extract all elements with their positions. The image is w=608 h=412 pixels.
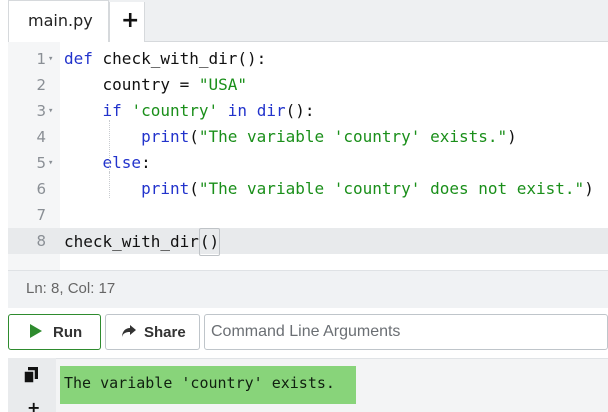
code-token: check_with_dir():: [92, 49, 267, 68]
code-text: else:: [64, 150, 151, 176]
code-token: check_with_dir: [64, 232, 199, 251]
keyword-token: dir: [256, 101, 286, 120]
code-text: print("The variable 'country' does not e…: [64, 176, 594, 202]
keyword-token: print: [141, 179, 190, 198]
line-number: 8: [36, 232, 46, 250]
code-line[interactable]: 5 ▾ else:: [8, 150, 608, 176]
share-label: Share: [144, 324, 186, 341]
play-icon: [30, 324, 42, 338]
code-line[interactable]: 1 ▾ def check_with_dir():: [8, 46, 608, 72]
code-line[interactable]: 2 country = "USA": [8, 72, 608, 98]
share-button[interactable]: Share: [105, 314, 200, 350]
plus-icon: +: [121, 8, 140, 33]
string-token: "USA": [198, 75, 248, 94]
code-token: (: [189, 179, 199, 198]
code-token: :: [141, 153, 151, 172]
code-text: if 'country' in dir():: [64, 98, 315, 124]
copy-icon[interactable]: [24, 367, 38, 383]
indent-guide: [109, 172, 110, 198]
cursor-position: Ln: 8, Col: 17: [26, 280, 116, 297]
program-output: The variable 'country' exists.: [60, 366, 356, 404]
keyword-token: def: [64, 49, 93, 68]
code-line[interactable]: 6 print("The variable 'country' does not…: [8, 176, 608, 202]
code-line[interactable]: 4 print("The variable 'country' exists."…: [8, 124, 608, 150]
code-text: check_with_dir(): [64, 228, 221, 256]
line-number: 6: [36, 180, 46, 198]
code-token: ): [584, 179, 594, 198]
keyword-token: if: [102, 101, 122, 120]
code-editor[interactable]: 1 ▾ def check_with_dir(): 2 country = "USA"…: [8, 42, 608, 270]
run-label: Run: [53, 324, 83, 341]
string-token: "The variable 'country' does not exist.": [198, 179, 585, 198]
code-line[interactable]: 7: [8, 202, 608, 228]
code-text: def check_with_dir():: [64, 46, 266, 72]
string-token: 'country': [131, 101, 219, 120]
run-button[interactable]: Run: [8, 314, 101, 350]
code-text: print("The variable 'country' exists."): [64, 124, 517, 150]
tab-main-py[interactable]: main.py: [8, 0, 109, 43]
share-arrow-icon: [122, 325, 136, 337]
code-token: ): [507, 127, 517, 146]
line-number: 7: [36, 206, 46, 224]
line-number: 2: [36, 76, 46, 94]
chevron-down-icon[interactable]: ▾: [48, 46, 53, 72]
keyword-token: print: [141, 127, 190, 146]
status-bar: Ln: 8, Col: 17: [8, 270, 608, 308]
code-token: (): [198, 228, 221, 256]
tab-label: main.py: [28, 11, 93, 30]
keyword-token: in: [227, 101, 248, 120]
line-number: 3: [36, 102, 46, 120]
chevron-down-icon[interactable]: ▾: [48, 98, 53, 124]
indent-guide: [109, 120, 110, 172]
code-line[interactable]: 3 ▾ if 'country' in dir():: [8, 98, 608, 124]
plus-icon[interactable]: +: [27, 398, 40, 412]
line-number: 5: [36, 154, 46, 172]
code-token: (: [189, 127, 199, 146]
chevron-down-icon[interactable]: ▾: [48, 150, 53, 176]
add-tab-button[interactable]: +: [109, 2, 145, 42]
string-token: "The variable 'country' exists.": [198, 127, 508, 146]
code-token: country =: [64, 75, 199, 94]
command-line-arguments-input[interactable]: [204, 314, 608, 350]
code-line[interactable]: 8 check_with_dir(): [8, 228, 608, 256]
code-token: ():: [285, 101, 315, 120]
line-number: 1: [36, 50, 46, 68]
line-number: 4: [36, 128, 46, 146]
code-text: country = "USA": [64, 72, 248, 98]
